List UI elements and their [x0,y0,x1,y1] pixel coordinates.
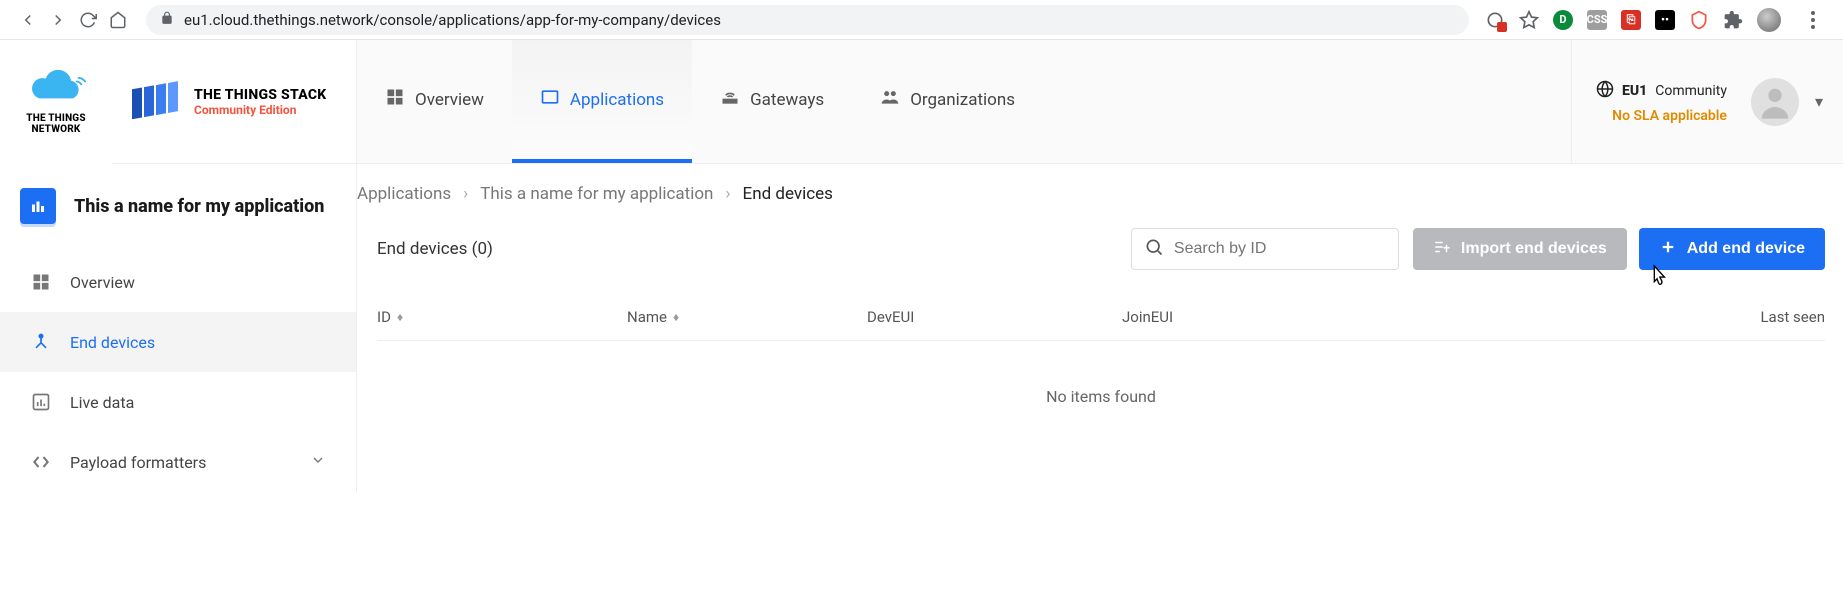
region-code: EU1 [1622,83,1647,99]
import-icon [1433,238,1451,261]
nav-back-button[interactable] [16,8,40,32]
chevron-right-icon: › [463,184,468,204]
sidebar-end-devices-label: End devices [70,333,155,352]
browser-menu-button[interactable] [1803,11,1823,29]
logo-line1: THE THINGS [26,113,85,124]
nav-reload-button[interactable] [76,8,100,32]
toolbar: End devices (0) Import end devices Add e… [357,228,1843,294]
star-icon[interactable] [1519,10,1539,30]
chevron-right-icon: › [725,184,730,204]
books-icon [128,80,184,124]
bc-applications[interactable]: Applications [357,184,451,204]
region-block[interactable]: EU1 Community No SLA applicable [1572,80,1727,124]
nav-gateways-label: Gateways [750,90,824,110]
search-icon [1144,237,1164,261]
page-title: End devices (0) [377,239,493,259]
gateways-icon [720,87,740,112]
browser-toolbar: eu1.cloud.thethings.network/console/appl… [0,0,1843,40]
bc-app[interactable]: This a name for my application [480,184,713,204]
import-button[interactable]: Import end devices [1413,228,1627,270]
sidebar-app-name: This a name for my application [74,196,324,217]
cloud-icon [26,69,86,109]
extension-icons: D CSS ⎘ •• [1485,8,1823,32]
payload-icon [30,452,52,472]
ext-css-icon[interactable]: CSS [1587,10,1607,30]
breadcrumb: Applications › This a name for my applic… [357,164,1843,228]
organizations-icon [880,87,900,112]
main-content: Applications › This a name for my applic… [357,164,1843,492]
sidebar-app-title[interactable]: This a name for my application [0,164,356,252]
dashboard-icon [385,87,405,112]
overview-icon [30,272,52,292]
nav-applications[interactable]: Applications [512,40,692,163]
logo-line2: NETWORK [32,124,81,135]
applications-icon [540,87,560,112]
sidebar-item-end-devices[interactable]: End devices [0,312,356,372]
sidebar: This a name for my application Overview … [0,164,357,492]
user-menu[interactable]: ▾ [1751,78,1823,126]
cursor-icon [1647,264,1669,290]
stack-logo[interactable]: THE THINGS STACK Community Edition [112,40,357,163]
th-last-seen[interactable]: Last seen [1705,308,1825,326]
nav-overview-label: Overview [415,90,484,110]
end-devices-icon [30,332,52,352]
extensions-puzzle-icon[interactable] [1723,10,1743,30]
top-nav: Overview Applications Gateways Organizat… [357,40,1043,163]
add-label: Add end device [1687,240,1805,258]
profile-avatar-small[interactable] [1757,8,1781,32]
ext-green-icon[interactable]: D [1553,10,1573,30]
devices-table: ID♦ Name♦ DevEUI JoinEUI Last seen No it… [377,294,1825,452]
globe-icon [1596,80,1614,102]
search-input[interactable] [1174,240,1386,258]
sidebar-item-payload-formatters[interactable]: Payload formatters [0,432,356,492]
nav-organizations-label: Organizations [910,90,1015,110]
add-device-button[interactable]: Add end device [1639,228,1825,270]
ttn-logo[interactable]: THE THINGSNETWORK [0,40,112,164]
th-id[interactable]: ID♦ [377,308,627,326]
th-deveui[interactable]: DevEUI [867,308,1122,326]
ext-shield-icon[interactable] [1689,10,1709,30]
address-bar[interactable]: eu1.cloud.thethings.network/console/appl… [146,5,1469,35]
search-box[interactable] [1131,228,1399,270]
th-joineui[interactable]: JoinEUI [1122,308,1705,326]
table-header: ID♦ Name♦ DevEUI JoinEUI Last seen [377,294,1825,341]
app-header: THE THINGSNETWORK THE THINGS STACK Commu… [0,40,1843,164]
sort-icon: ♦ [673,310,679,324]
bc-end-devices: End devices [743,184,833,204]
stack-subtitle: Community Edition [194,103,327,117]
sidebar-item-live-data[interactable]: Live data [0,372,356,432]
region-label: Community [1655,83,1727,99]
empty-state: No items found [377,341,1825,452]
app-tile-icon [20,188,56,224]
nav-overview[interactable]: Overview [357,40,512,163]
th-name[interactable]: Name♦ [627,308,867,326]
nav-organizations[interactable]: Organizations [852,40,1043,163]
lock-icon [160,11,174,29]
avatar-icon [1751,78,1799,126]
stack-title: THE THINGS STACK [194,87,327,103]
plus-icon [1659,238,1677,261]
sidebar-live-data-label: Live data [70,393,134,412]
caret-down-icon: ▾ [1815,92,1823,111]
nav-gateways[interactable]: Gateways [692,40,852,163]
import-label: Import end devices [1461,240,1607,258]
sidebar-item-overview[interactable]: Overview [0,252,356,312]
region-sla: No SLA applicable [1596,108,1727,124]
url-text: eu1.cloud.thethings.network/console/appl… [184,11,721,29]
nav-forward-button[interactable] [46,8,70,32]
chevron-down-icon [310,452,326,472]
nav-applications-label: Applications [570,90,664,110]
sort-icon: ♦ [397,310,403,324]
nav-home-button[interactable] [106,8,130,32]
live-data-icon [30,392,52,412]
ext-black-icon[interactable]: •• [1655,10,1675,30]
sidebar-payload-label: Payload formatters [70,453,206,472]
sidebar-overview-label: Overview [70,273,135,292]
ext-red-icon[interactable]: ⎘ [1621,10,1641,30]
ext-translate-icon[interactable] [1485,10,1505,30]
